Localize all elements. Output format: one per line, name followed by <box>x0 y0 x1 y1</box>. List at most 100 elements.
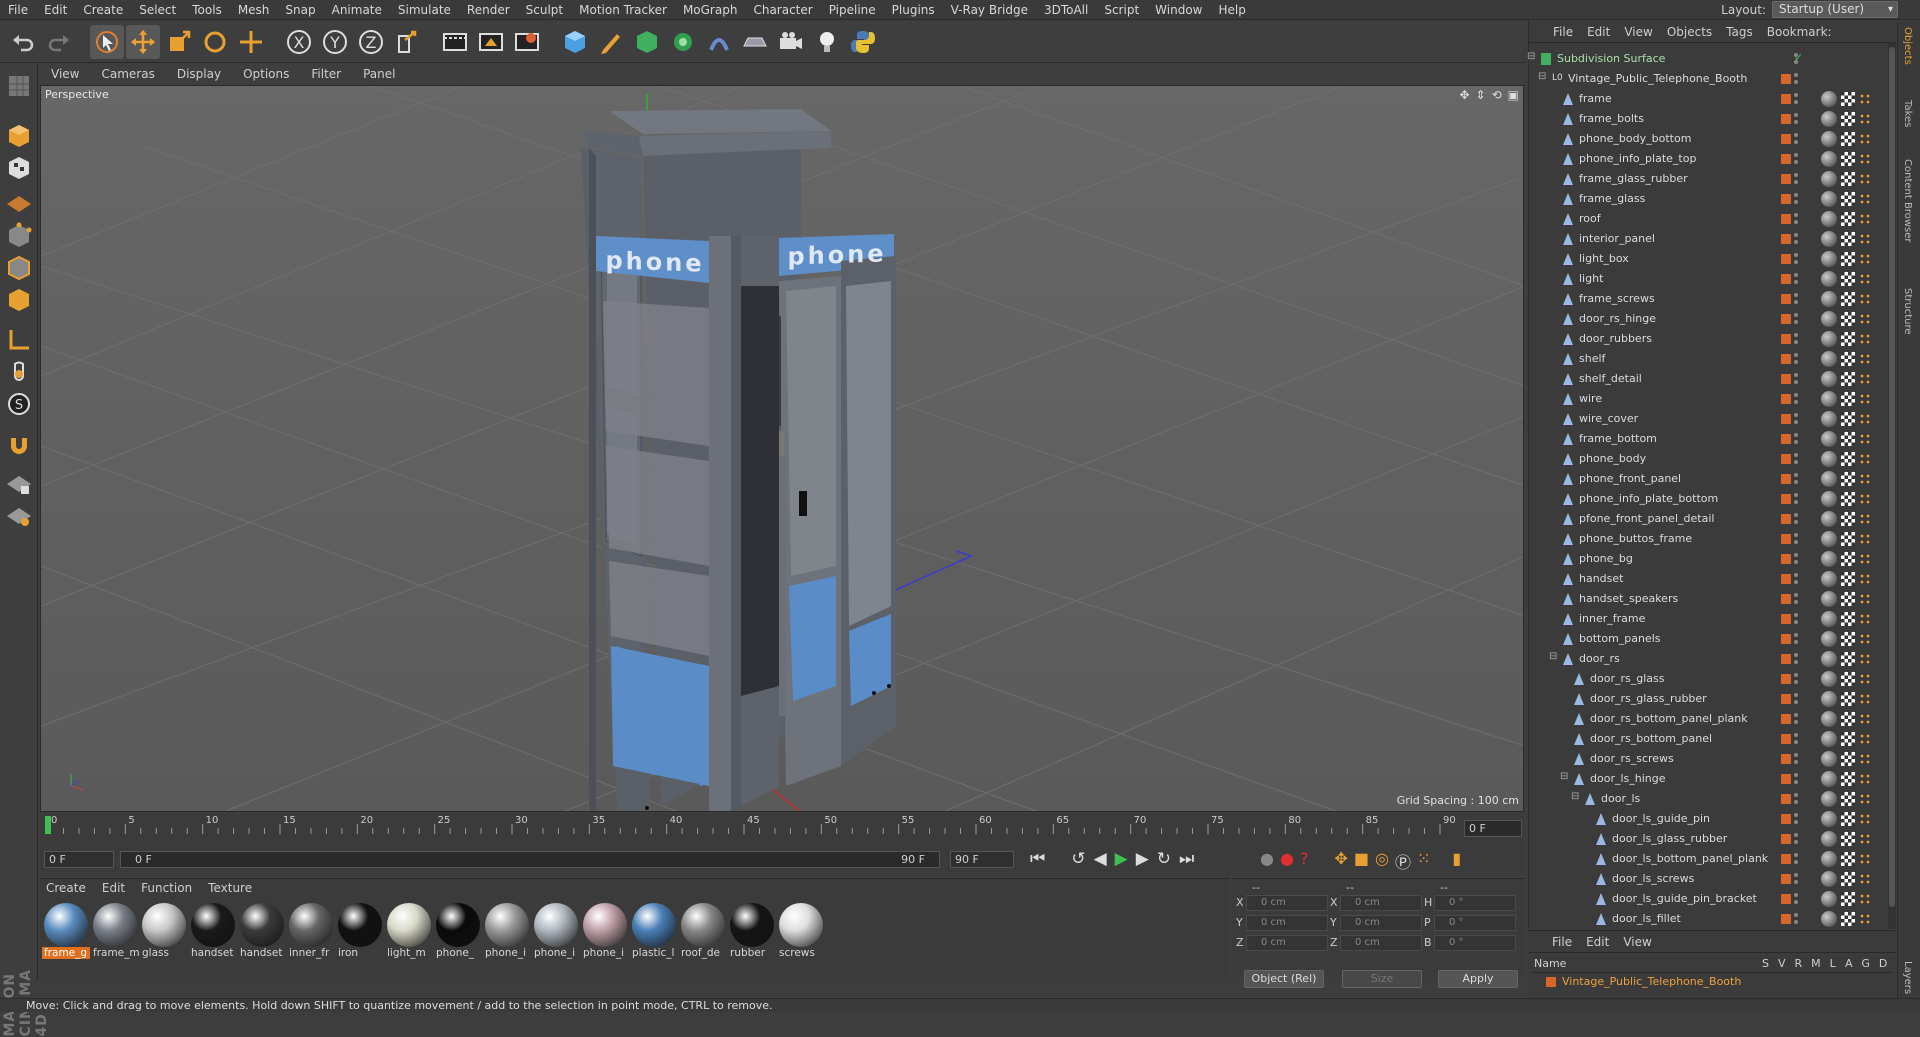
z-axis-icon[interactable]: Z <box>354 25 388 59</box>
menu-item-motion-tracker[interactable]: Motion Tracker <box>571 3 675 17</box>
layer-color-swatch[interactable] <box>1781 854 1791 864</box>
render-visibility-dot[interactable] <box>1794 440 1798 444</box>
material-swatch[interactable]: phone_i <box>581 901 629 963</box>
material-tag-icon[interactable] <box>1821 471 1837 487</box>
object-row[interactable]: phone_bg <box>1529 549 1881 569</box>
material-tag-icon[interactable] <box>1821 511 1837 527</box>
expand-toggle-icon[interactable]: ⊟ <box>1549 651 1557 662</box>
material-tag-icon[interactable] <box>1821 711 1837 727</box>
phong-tag-icon[interactable] <box>1859 373 1871 385</box>
editor-visibility-dot[interactable] <box>1794 113 1798 117</box>
object-row[interactable]: interior_panel <box>1529 229 1881 249</box>
menu-item-select[interactable]: Select <box>131 3 184 17</box>
phong-tag-icon[interactable] <box>1859 793 1871 805</box>
menu-item-simulate[interactable]: Simulate <box>390 3 459 17</box>
editor-visibility-dot[interactable] <box>1794 533 1798 537</box>
editor-visibility-dot[interactable] <box>1794 213 1798 217</box>
axis-mode-icon[interactable] <box>3 324 35 356</box>
phong-tag-icon[interactable] <box>1859 513 1871 525</box>
menu-item-create[interactable]: Create <box>75 3 131 17</box>
layout-dropdown[interactable]: Startup (User) <box>1772 1 1898 18</box>
object-menu-objects[interactable]: Objects <box>1667 25 1712 39</box>
object-row[interactable]: wire_cover <box>1529 409 1881 429</box>
enabled-check-icon[interactable]: ✓ <box>1794 51 1803 64</box>
key-pla-icon[interactable]: ⁙ <box>1417 849 1430 873</box>
object-row[interactable]: door_ls_guide_pin_bracket <box>1529 889 1881 909</box>
material-menu-create[interactable]: Create <box>46 881 86 895</box>
material-swatch[interactable]: light_m <box>385 901 433 963</box>
phong-tag-icon[interactable] <box>1859 773 1871 785</box>
phong-tag-icon[interactable] <box>1859 313 1871 325</box>
editor-visibility-dot[interactable] <box>1794 593 1798 597</box>
layer-color-swatch[interactable] <box>1781 274 1791 284</box>
phong-tag-icon[interactable] <box>1859 153 1871 165</box>
editor-visibility-dot[interactable] <box>1794 693 1798 697</box>
layer-color-swatch[interactable] <box>1781 794 1791 804</box>
editor-visibility-dot[interactable] <box>1794 473 1798 477</box>
object-row[interactable]: door_ls_bottom_panel_plank <box>1529 849 1881 869</box>
layer-color-swatch[interactable] <box>1781 814 1791 824</box>
material-tag-icon[interactable] <box>1821 371 1837 387</box>
phong-tag-icon[interactable] <box>1859 173 1871 185</box>
render-visibility-dot[interactable] <box>1794 240 1798 244</box>
prev-frame-icon[interactable]: ◀ <box>1094 849 1107 869</box>
texture-tag-icon[interactable] <box>1841 152 1855 166</box>
menu-item-script[interactable]: Script <box>1096 3 1147 17</box>
texture-tag-icon[interactable] <box>1841 312 1855 326</box>
render-visibility-dot[interactable] <box>1794 160 1798 164</box>
phong-tag-icon[interactable] <box>1859 413 1871 425</box>
coord-field[interactable]: 0 ° <box>1434 935 1516 951</box>
texture-mode-icon[interactable] <box>3 152 35 184</box>
phong-tag-icon[interactable] <box>1859 273 1871 285</box>
phong-tag-icon[interactable] <box>1859 133 1871 145</box>
texture-tag-icon[interactable] <box>1841 492 1855 506</box>
material-swatch[interactable]: frame_g <box>42 901 90 963</box>
texture-tag-icon[interactable] <box>1841 412 1855 426</box>
texture-tag-icon[interactable] <box>1841 332 1855 346</box>
object-row[interactable]: door_rs_bottom_panel <box>1529 729 1881 749</box>
material-tag-icon[interactable] <box>1821 791 1837 807</box>
goto-start-icon[interactable]: ⏮ <box>1030 849 1045 869</box>
move-tool-icon[interactable] <box>126 25 160 59</box>
texture-tag-icon[interactable] <box>1841 632 1855 646</box>
object-row[interactable]: door_ls_glass_rubber <box>1529 829 1881 849</box>
side-tab-objects[interactable]: Objects <box>1902 27 1913 65</box>
object-row[interactable]: ⊟ door_ls <box>1529 789 1881 809</box>
menu-item-v-ray-bridge[interactable]: V-Ray Bridge <box>943 3 1036 17</box>
object-row[interactable]: door_rs_glass <box>1529 669 1881 689</box>
material-swatch[interactable]: handset <box>238 901 286 963</box>
material-tag-icon[interactable] <box>1821 671 1837 687</box>
phong-tag-icon[interactable] <box>1859 613 1871 625</box>
menu-item-tools[interactable]: Tools <box>184 3 230 17</box>
editor-visibility-dot[interactable] <box>1794 853 1798 857</box>
viewport-menu-options[interactable]: Options <box>232 67 300 81</box>
editor-visibility-dot[interactable] <box>1794 133 1798 137</box>
layer-color-swatch[interactable] <box>1781 234 1791 244</box>
object-menu-edit[interactable]: Edit <box>1587 25 1610 39</box>
coordinate-mode-dropdown[interactable]: Object (Rel) <box>1244 970 1324 988</box>
object-row[interactable]: door_ls_guide_pin <box>1529 809 1881 829</box>
texture-tag-icon[interactable] <box>1841 372 1855 386</box>
phong-tag-icon[interactable] <box>1859 893 1871 905</box>
render-visibility-dot[interactable] <box>1794 580 1798 584</box>
layer-color-swatch[interactable] <box>1781 894 1791 904</box>
viewport-menu-filter[interactable]: Filter <box>300 67 352 81</box>
material-tag-icon[interactable] <box>1821 811 1837 827</box>
phong-tag-icon[interactable] <box>1859 193 1871 205</box>
texture-tag-icon[interactable] <box>1841 132 1855 146</box>
texture-tag-icon[interactable] <box>1841 652 1855 666</box>
material-tag-icon[interactable] <box>1821 251 1837 267</box>
material-menu-edit[interactable]: Edit <box>102 881 125 895</box>
dolly-icon[interactable]: ⇕ <box>1476 88 1486 102</box>
object-row[interactable]: frame_glass <box>1529 189 1881 209</box>
object-row[interactable]: handset <box>1529 569 1881 589</box>
size-mode-dropdown[interactable]: Size <box>1342 970 1422 988</box>
texture-tag-icon[interactable] <box>1841 592 1855 606</box>
material-tag-icon[interactable] <box>1821 631 1837 647</box>
layer-menu-file[interactable]: File <box>1552 935 1572 949</box>
texture-tag-icon[interactable] <box>1841 292 1855 306</box>
layer-color-swatch[interactable] <box>1781 594 1791 604</box>
material-tag-icon[interactable] <box>1821 551 1837 567</box>
material-swatch[interactable]: phone_ <box>434 901 482 963</box>
menu-item-animate[interactable]: Animate <box>324 3 390 17</box>
